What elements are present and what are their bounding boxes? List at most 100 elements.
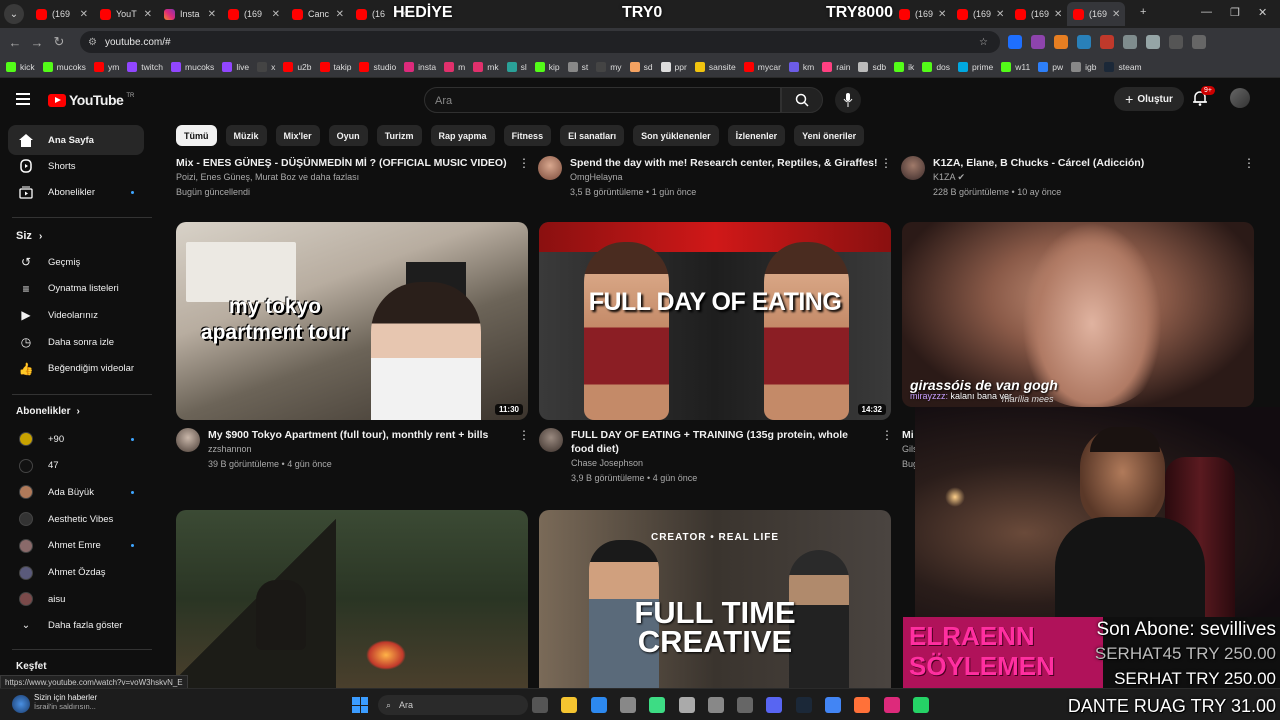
bookmark-item[interactable]: ik — [894, 61, 914, 72]
sidebar-item-you[interactable]: 👍 Beğendiğim videolar — [8, 354, 144, 384]
app-icon[interactable] — [737, 697, 754, 713]
whatsapp-icon[interactable] — [912, 697, 929, 713]
bookmark-item[interactable]: kick — [6, 61, 35, 72]
tab-close-icon[interactable]: ✕ — [938, 9, 946, 20]
bookmark-item[interactable]: rain — [822, 61, 850, 72]
video-title[interactable]: K1ZA, Elane, B Chucks - Cárcel (Adicción… — [933, 156, 1243, 170]
more-options-icon[interactable]: ⋮ — [881, 428, 893, 442]
video-title[interactable]: FULL DAY OF EATING + TRAINING (135g prot… — [571, 428, 871, 456]
sidebar-you-heading[interactable]: Siz › — [16, 230, 42, 242]
sidebar-item-channel[interactable]: Ahmet Özdaş — [8, 558, 144, 588]
tab-close-icon[interactable]: ✕ — [208, 9, 216, 20]
bookmark-item[interactable]: igb — [1071, 61, 1096, 72]
sidebar-item-you[interactable]: ↺ Geçmiş — [8, 247, 144, 277]
bookmark-item[interactable]: prime — [958, 61, 993, 72]
filter-chip[interactable]: Turizm — [376, 125, 422, 146]
tab-close-icon[interactable]: ✕ — [996, 9, 1004, 20]
browser-tab[interactable]: Canc ✕ — [286, 2, 350, 26]
channel-name[interactable]: Gils — [902, 442, 918, 457]
browser-tab[interactable]: Insta ✕ — [158, 2, 222, 26]
channel-name-row[interactable]: K1ZA ✔ — [933, 170, 1243, 185]
sidebar-item-you[interactable]: ≡ Oynatma listeleri — [8, 274, 144, 304]
channel-name[interactable]: OmgHelayna — [570, 170, 880, 185]
bookmark-item[interactable]: mycar — [743, 61, 781, 72]
bookmark-item[interactable]: steam — [1104, 61, 1142, 72]
create-button[interactable]: + Oluştur — [1114, 87, 1184, 111]
bookmark-item[interactable]: x — [257, 61, 275, 72]
filter-chip[interactable]: Oyun — [328, 125, 368, 146]
browser-tab[interactable]: (169 ✕ — [30, 2, 94, 26]
forward-icon[interactable]: → — [26, 35, 48, 50]
voice-search-button[interactable] — [835, 87, 861, 113]
bookmark-item[interactable]: pw — [1038, 61, 1063, 72]
channel-avatar[interactable] — [901, 156, 925, 180]
steam-icon[interactable] — [795, 697, 812, 713]
video-thumbnail[interactable]: FULL DAY OF EATING 14:32 — [539, 222, 891, 420]
extension-icon[interactable] — [1100, 35, 1114, 49]
url-field[interactable]: ⚙ youtube.com/# ☆ — [80, 31, 1000, 53]
headset-app-icon[interactable] — [649, 697, 666, 713]
video-thumbnail[interactable]: CREATOR • REAL LIFE FULL TIME CREATIVE — [539, 510, 891, 688]
channel-avatar[interactable] — [538, 156, 562, 180]
bookmark-item[interactable]: w11 — [1001, 61, 1030, 72]
video-thumbnail[interactable] — [176, 510, 528, 688]
filter-chip[interactable]: Mix'ler — [275, 125, 320, 146]
extension-icon[interactable] — [1077, 35, 1091, 49]
browser-tab[interactable]: (169 ✕ — [1067, 2, 1125, 26]
sidebar-item-channel[interactable]: 47 — [8, 451, 144, 481]
bookmark-item[interactable]: mk — [473, 61, 499, 72]
tab-close-icon[interactable]: ✕ — [1054, 9, 1062, 20]
browser-tab[interactable]: (169 ✕ — [951, 2, 1009, 26]
extension-icon[interactable] — [1031, 35, 1045, 49]
video-thumbnail[interactable]: my tokyo apartment tour 11:30 — [176, 222, 528, 420]
bookmark-item[interactable]: insta — [404, 61, 436, 72]
profile-icon[interactable] — [1169, 35, 1183, 49]
taskbar-search[interactable]: ⌕ Ara — [378, 695, 528, 715]
video-card-details[interactable]: Mi Gils Bug — [902, 428, 918, 472]
extension-icon[interactable] — [1054, 35, 1068, 49]
sidebar-item-channel[interactable]: +90 — [8, 424, 144, 454]
file-explorer-icon[interactable] — [561, 697, 578, 713]
video-thumbnail[interactable]: girassóis de van gogh marília mees — [902, 222, 1254, 407]
bookmark-item[interactable]: my — [596, 61, 622, 72]
bookmark-item[interactable]: mucoks — [171, 61, 214, 72]
browser-tab[interactable]: (169 ✕ — [222, 2, 286, 26]
browser-menu-icon[interactable] — [1192, 35, 1206, 49]
bookmark-item[interactable]: live — [222, 61, 249, 72]
sidebar-item-channel[interactable]: Ada Büyük — [8, 477, 144, 507]
tab-close-icon[interactable]: ✕ — [144, 9, 152, 20]
tab-close-icon[interactable]: ✕ — [1112, 9, 1120, 20]
video-title[interactable]: Spend the day with me! Research center, … — [570, 156, 880, 170]
minimize-button[interactable]: — — [1201, 6, 1212, 18]
channel-name[interactable]: Chase Josephson — [571, 456, 871, 471]
filter-chip[interactable]: Yeni öneriler — [794, 125, 865, 146]
app-icon[interactable] — [707, 697, 724, 713]
news-weather-icon[interactable] — [12, 695, 30, 713]
filter-chip[interactable]: El sanatları — [560, 125, 625, 146]
video-card-top-1[interactable]: Mix - ENES GÜNEŞ - DÜŞÜNMEDİN Mİ ? (OFFI… — [176, 156, 530, 200]
bookmark-item[interactable]: ym — [93, 61, 119, 72]
sidebar-item-you[interactable]: ▶ Videolarınız — [8, 300, 144, 330]
store-icon[interactable] — [590, 697, 607, 713]
bookmark-item[interactable]: dos — [922, 61, 950, 72]
tab-close-icon[interactable]: ✕ — [336, 9, 344, 20]
menu-icon[interactable] — [16, 93, 30, 108]
filter-chip[interactable]: Tümü — [176, 125, 217, 146]
video-title[interactable]: Mix - ENES GÜNEŞ - DÜŞÜNMEDİN Mİ ? (OFFI… — [176, 156, 528, 170]
search-button[interactable] — [781, 87, 823, 113]
filter-chip[interactable]: Son yüklenenler — [633, 125, 719, 146]
tab-close-icon[interactable]: ✕ — [80, 9, 88, 20]
firefox-icon[interactable] — [854, 697, 871, 713]
channel-name[interactable]: zzshannon — [208, 442, 508, 457]
bookmark-item[interactable]: st — [567, 61, 588, 72]
sidebar-item-subscriptions[interactable]: Abonelikler — [8, 177, 144, 207]
bookmark-item[interactable]: ppr — [660, 61, 687, 72]
bookmark-item[interactable]: mucoks — [42, 61, 86, 72]
more-options-icon[interactable]: ⋮ — [518, 428, 530, 442]
back-icon[interactable]: ← — [4, 35, 26, 50]
more-options-icon[interactable]: ⋮ — [1243, 156, 1255, 170]
new-tab-button[interactable]: + — [1140, 6, 1146, 18]
sidebar-item-you[interactable]: ◷ Daha sonra izle — [8, 327, 144, 357]
bookmark-item[interactable]: twitch — [127, 61, 163, 72]
news-widget[interactable]: Sizin için haberler İsrail'in saldırısın… — [34, 693, 97, 711]
